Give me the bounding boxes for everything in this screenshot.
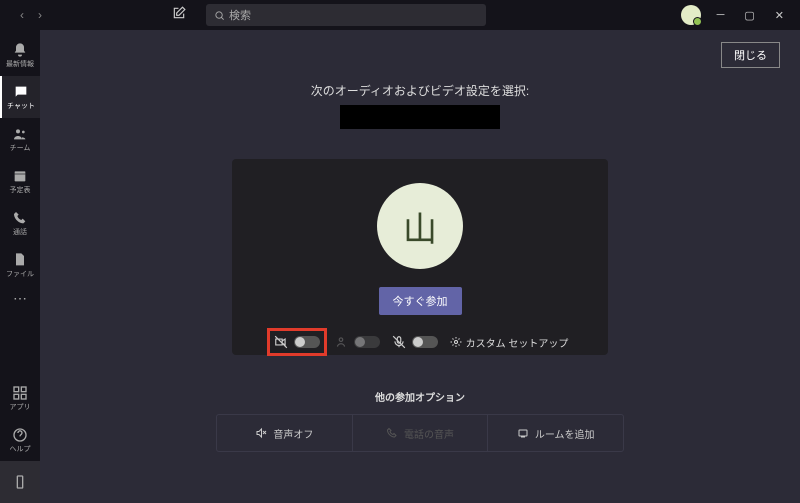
camera-off-icon bbox=[274, 335, 288, 349]
add-room-option[interactable]: ルームを追加 bbox=[487, 415, 623, 451]
rail-teams[interactable]: チーム bbox=[0, 118, 40, 160]
video-preview-card: 山 今すぐ参加 カスタム セットアップ bbox=[232, 159, 608, 355]
blur-toggle[interactable] bbox=[354, 336, 380, 348]
search-input[interactable]: 検索 bbox=[206, 4, 486, 26]
meeting-name-redacted bbox=[340, 105, 500, 129]
audio-off-option[interactable]: 音声オフ bbox=[217, 415, 352, 451]
rail-device[interactable] bbox=[0, 461, 40, 503]
maximize-button[interactable]: ▢ bbox=[744, 9, 754, 22]
other-options-row: 音声オフ 電話の音声 ルームを追加 bbox=[216, 414, 624, 452]
join-now-button[interactable]: 今すぐ参加 bbox=[379, 287, 462, 315]
rail-apps[interactable]: アプリ bbox=[0, 377, 40, 419]
gear-icon bbox=[450, 336, 462, 348]
rail-help[interactable]: ヘルプ bbox=[0, 419, 40, 461]
mic-toggle-group[interactable] bbox=[392, 335, 438, 349]
nav-forward-icon: › bbox=[38, 8, 42, 22]
rail-chat[interactable]: チャット bbox=[0, 76, 40, 118]
search-icon bbox=[214, 10, 225, 21]
background-blur-icon bbox=[334, 335, 348, 349]
rail-calls[interactable]: 通話 bbox=[0, 202, 40, 244]
other-options-heading: 他の参加オプション bbox=[40, 389, 800, 404]
phone-audio-option: 電話の音声 bbox=[352, 415, 488, 451]
mic-off-icon bbox=[392, 335, 406, 349]
custom-setup-link[interactable]: カスタム セットアップ bbox=[450, 335, 569, 350]
user-avatar[interactable] bbox=[681, 5, 701, 25]
mic-toggle[interactable] bbox=[412, 336, 438, 348]
phone-icon bbox=[386, 427, 398, 439]
user-avatar-large: 山 bbox=[377, 183, 463, 269]
compose-icon[interactable] bbox=[172, 6, 186, 25]
rail-files[interactable]: ファイル bbox=[0, 244, 40, 286]
blur-toggle-group[interactable] bbox=[334, 335, 380, 349]
search-placeholder: 検索 bbox=[229, 7, 251, 23]
nav-back-icon[interactable]: ‹ bbox=[20, 8, 24, 22]
rail-calendar[interactable]: 予定表 bbox=[0, 160, 40, 202]
rail-more-icon[interactable]: ⋯ bbox=[13, 290, 27, 307]
settings-heading: 次のオーディオおよびビデオ設定を選択: bbox=[40, 82, 800, 99]
camera-toggle[interactable] bbox=[294, 336, 320, 348]
app-rail: 最新情報 チャット チーム 予定表 通話 ファイル ⋯ アプリ bbox=[0, 30, 40, 503]
main-area: 閉じる 次のオーディオおよびビデオ設定を選択: 山 今すぐ参加 bbox=[40, 30, 800, 503]
rail-activity[interactable]: 最新情報 bbox=[0, 34, 40, 76]
close-window-button[interactable]: ✕ bbox=[775, 9, 784, 22]
close-button[interactable]: 閉じる bbox=[721, 42, 780, 68]
camera-toggle-group[interactable] bbox=[272, 333, 322, 351]
title-bar: ‹ › 検索 ─ ▢ ✕ bbox=[0, 0, 800, 30]
minimize-button[interactable]: ─ bbox=[717, 9, 725, 22]
speaker-off-icon bbox=[255, 427, 267, 439]
room-icon bbox=[517, 427, 529, 439]
